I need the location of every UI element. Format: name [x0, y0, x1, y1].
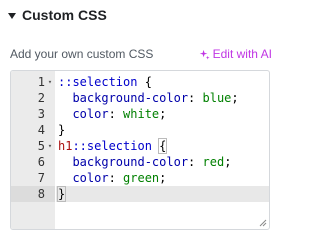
fold-toggle-icon[interactable]: ▾: [45, 138, 55, 154]
code-line[interactable]: 7 color: green;: [11, 170, 269, 186]
code-token: ;: [231, 91, 239, 105]
field-label-row: Add your own custom CSS Edit with AI: [10, 45, 272, 63]
code-token: :: [188, 91, 203, 105]
line-number: 8: [11, 186, 55, 202]
code-token: red: [202, 155, 225, 169]
code-text: color: green;: [56, 170, 269, 186]
code-line[interactable]: 6 background-color: red;: [11, 154, 269, 170]
resize-handle-icon[interactable]: [259, 219, 267, 227]
code-token: green: [123, 171, 160, 185]
code-token: {: [158, 138, 168, 154]
code-token: ;: [159, 171, 167, 185]
code-text: ::selection {: [56, 74, 269, 90]
code-text: background-color: red;: [56, 154, 269, 170]
code-text: color: white;: [56, 106, 269, 122]
css-code-editor[interactable]: 1 ▾::selection {2 background-color: blue;…: [10, 70, 270, 230]
code-text: }: [56, 186, 269, 202]
code-token: color: [72, 107, 109, 121]
code-line[interactable]: 4}: [11, 122, 269, 138]
code-token: ::selection: [72, 139, 152, 153]
text-cursor: [65, 186, 67, 200]
code-line[interactable]: 5 ▾ h1::selection {: [11, 138, 269, 154]
edit-with-ai-label: Edit with AI: [212, 47, 272, 61]
code-text: background-color: blue;: [56, 90, 269, 106]
code-lines: 1 ▾::selection {2 background-color: blue;…: [11, 74, 269, 202]
section-title: Custom CSS: [22, 7, 107, 23]
code-token: ;: [159, 107, 167, 121]
code-text: }: [56, 122, 269, 138]
code-token: background-color: [72, 155, 189, 169]
line-number: 4: [37, 123, 45, 137]
field-label: Add your own custom CSS: [10, 47, 154, 61]
code-token: background-color: [72, 91, 189, 105]
line-number: 2: [37, 91, 45, 105]
code-line[interactable]: 2 background-color: blue;: [11, 90, 269, 106]
edit-with-ai-button[interactable]: Edit with AI: [199, 47, 272, 61]
caret-down-icon: [8, 12, 16, 19]
code-token: color: [72, 171, 109, 185]
code-token: white: [123, 107, 160, 121]
line-number: 6: [37, 155, 45, 169]
code-text: h1::selection {: [56, 138, 269, 154]
code-token: :: [188, 155, 203, 169]
code-token: ::selection: [58, 75, 138, 89]
fold-toggle-icon[interactable]: ▾: [45, 74, 55, 90]
custom-css-panel: Custom CSS Add your own custom CSS Edit …: [0, 0, 282, 238]
code-token: blue: [202, 91, 232, 105]
code-token: }: [56, 186, 67, 202]
code-token: :: [108, 107, 124, 121]
code-line[interactable]: 8}: [11, 186, 269, 202]
line-number: 7: [37, 171, 45, 185]
code-token: :: [108, 171, 124, 185]
sparkle-icon: [199, 49, 210, 60]
section-header-toggle[interactable]: Custom CSS: [8, 5, 107, 25]
code-token: ;: [224, 155, 232, 169]
code-token: {: [137, 75, 152, 89]
code-line[interactable]: 1 ▾::selection {: [11, 74, 269, 90]
code-token: }: [58, 123, 66, 137]
line-number: 3: [37, 107, 45, 121]
code-line[interactable]: 3 color: white;: [11, 106, 269, 122]
code-token: h1: [58, 139, 73, 153]
